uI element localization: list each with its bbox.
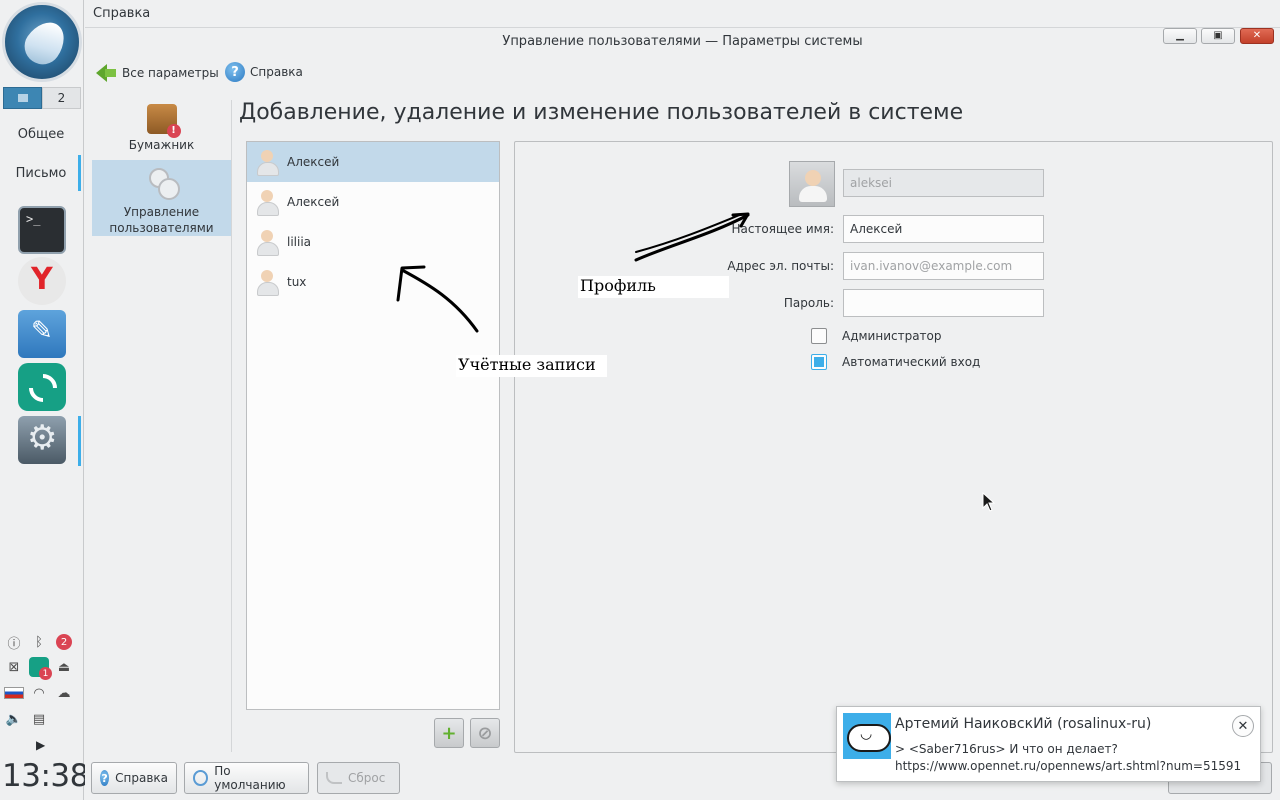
toolbar: Все параметры ? Справка (85, 58, 1280, 90)
back-arrow-icon (95, 62, 117, 84)
remove-icon: ⊘ (477, 722, 493, 744)
autologin-label: Автоматический вход (842, 355, 981, 369)
battery-icon[interactable]: ▤ (29, 709, 49, 729)
minimize-button[interactable]: ▁ (1163, 28, 1197, 44)
element-messenger-icon[interactable] (18, 363, 66, 411)
category-wallet[interactable]: Бумажник (92, 102, 231, 160)
weather-icon[interactable]: ☁ (54, 683, 74, 703)
volume-icon[interactable]: 🔈 (4, 709, 24, 729)
taskbar-panel: 2 Общее Письмо ⓘ ᛒ 2 ⊠ 1 ⏏ ◠ ☁ 🔈 ▤ ▶ 13:… (0, 0, 89, 800)
menu-help[interactable]: Справка (93, 6, 150, 21)
user-list[interactable]: Алексей Алексей liliia tux (246, 141, 500, 710)
admin-label: Администратор (842, 329, 942, 343)
terminal-icon[interactable] (18, 206, 66, 254)
reset-button[interactable]: Сброс (317, 762, 400, 794)
remove-user-button[interactable]: ⊘ (470, 718, 500, 748)
email-label: Адрес эл. почты: (727, 259, 834, 273)
notifications-icon[interactable]: ⓘ (4, 632, 24, 652)
pager-desktop-2[interactable]: 2 (42, 87, 81, 109)
profile-avatar-button[interactable] (789, 161, 835, 207)
add-user-button[interactable]: + (434, 718, 464, 748)
user-list-item[interactable]: Алексей (247, 142, 499, 182)
window-title: Управление пользователями — Параметры си… (502, 34, 863, 49)
user-name: tux (287, 275, 307, 289)
category-user-management[interactable]: Управление пользователями (92, 160, 231, 236)
email-field[interactable] (843, 252, 1044, 280)
password-field[interactable] (843, 289, 1044, 317)
notification-popup[interactable]: Артемий НаиковскИй (rosalinux-ru) > <Sab… (836, 706, 1261, 782)
keyboard-layout-icon[interactable] (4, 683, 24, 703)
system-settings-window: Справка Управление пользователями — Пара… (85, 0, 1280, 800)
usb-icon[interactable]: ⏏ (54, 657, 74, 677)
help-icon: ? (100, 770, 110, 786)
all-settings-button[interactable]: Все параметры (95, 62, 219, 84)
password-label: Пароль: (783, 296, 834, 310)
real-name-label: Настоящее имя: (731, 222, 834, 236)
user-list-item[interactable]: Алексей (247, 182, 499, 222)
category-wallet-label: Бумажник (128, 138, 195, 152)
close-button[interactable]: ✕ (1240, 28, 1274, 44)
menubar: Справка (85, 0, 1280, 28)
defaults-button[interactable]: По умолчанию (184, 762, 309, 794)
undo-icon (326, 772, 342, 784)
sender-avatar-icon (843, 713, 891, 759)
clock[interactable]: 13:38 (2, 758, 89, 794)
desktop-pager: 2 (3, 87, 81, 109)
pager-desktop-1[interactable] (3, 87, 42, 109)
all-settings-label: Все параметры (122, 66, 219, 80)
yandex-browser-icon[interactable] (18, 257, 66, 305)
maximize-button[interactable]: ▣ (1201, 28, 1235, 44)
category-sidebar: Бумажник Управление пользователями (92, 100, 231, 752)
users-icon (146, 166, 180, 200)
application-launcher-icon[interactable] (2, 2, 82, 82)
active-task-indicator (78, 155, 81, 191)
admin-checkbox[interactable] (811, 328, 827, 344)
user-details-panel: Настоящее имя: Адрес эл. почты: Пароль: … (514, 141, 1273, 753)
reset-button-label: Сброс (348, 771, 386, 785)
annotation-profile: Профиль (578, 276, 729, 298)
annotation-accounts: Учётные записи (456, 355, 607, 377)
sidebar-divider (231, 100, 232, 752)
user-avatar-icon (255, 148, 279, 176)
bluetooth-icon[interactable]: ᛒ (29, 632, 49, 652)
username-field (843, 169, 1044, 197)
autologin-checkbox[interactable] (811, 354, 827, 370)
user-avatar-icon (255, 268, 279, 296)
task-general[interactable]: Общее (0, 127, 82, 142)
help-icon: ? (225, 62, 245, 82)
help-button[interactable]: ? Справка (91, 762, 177, 794)
help-button-label: Справка (115, 771, 168, 785)
user-list-item[interactable]: liliia (247, 222, 499, 262)
toolbar-help-label: Справка (250, 65, 303, 79)
expand-tray-icon[interactable]: ▶ (36, 738, 46, 752)
task-mail[interactable]: Письмо (0, 166, 82, 181)
wallet-icon (146, 104, 181, 138)
user-avatar-icon (255, 188, 279, 216)
mouse-cursor-icon (982, 492, 996, 512)
titlebar[interactable]: Управление пользователями — Параметры си… (85, 28, 1280, 54)
notification-link[interactable]: https://www.opennet.ru/opennews/art.shtm… (895, 759, 1241, 773)
updates-icon[interactable]: 2 (54, 632, 74, 652)
active-app-indicator (78, 416, 81, 466)
plus-icon: + (441, 722, 457, 744)
system-settings-icon[interactable] (18, 416, 66, 464)
wifi-icon[interactable]: ◠ (29, 683, 49, 703)
user-avatar-icon (255, 228, 279, 256)
text-editor-icon[interactable] (18, 310, 66, 358)
page-title: Добавление, удаление и изменение пользов… (239, 100, 964, 125)
notification-message: > <Saber716rus> И что он делает? (895, 742, 1118, 756)
user-list-item[interactable]: tux (247, 262, 499, 302)
toolbar-help-button[interactable]: ? Справка (225, 62, 303, 82)
user-name: liliia (287, 235, 312, 249)
notification-title: Артемий НаиковскИй (rosalinux-ru) (895, 716, 1152, 732)
user-name: Алексей (287, 155, 340, 169)
real-name-field[interactable] (843, 215, 1044, 243)
user-name: Алексей (287, 195, 340, 209)
element-tray-icon[interactable]: 1 (29, 657, 52, 680)
clipboard-icon[interactable]: ⊠ (4, 657, 24, 677)
category-users-label: Управление пользователями (109, 205, 214, 235)
notification-close-icon[interactable]: ✕ (1232, 715, 1254, 737)
defaults-button-label: По умолчанию (214, 764, 286, 792)
defaults-icon (193, 770, 209, 786)
